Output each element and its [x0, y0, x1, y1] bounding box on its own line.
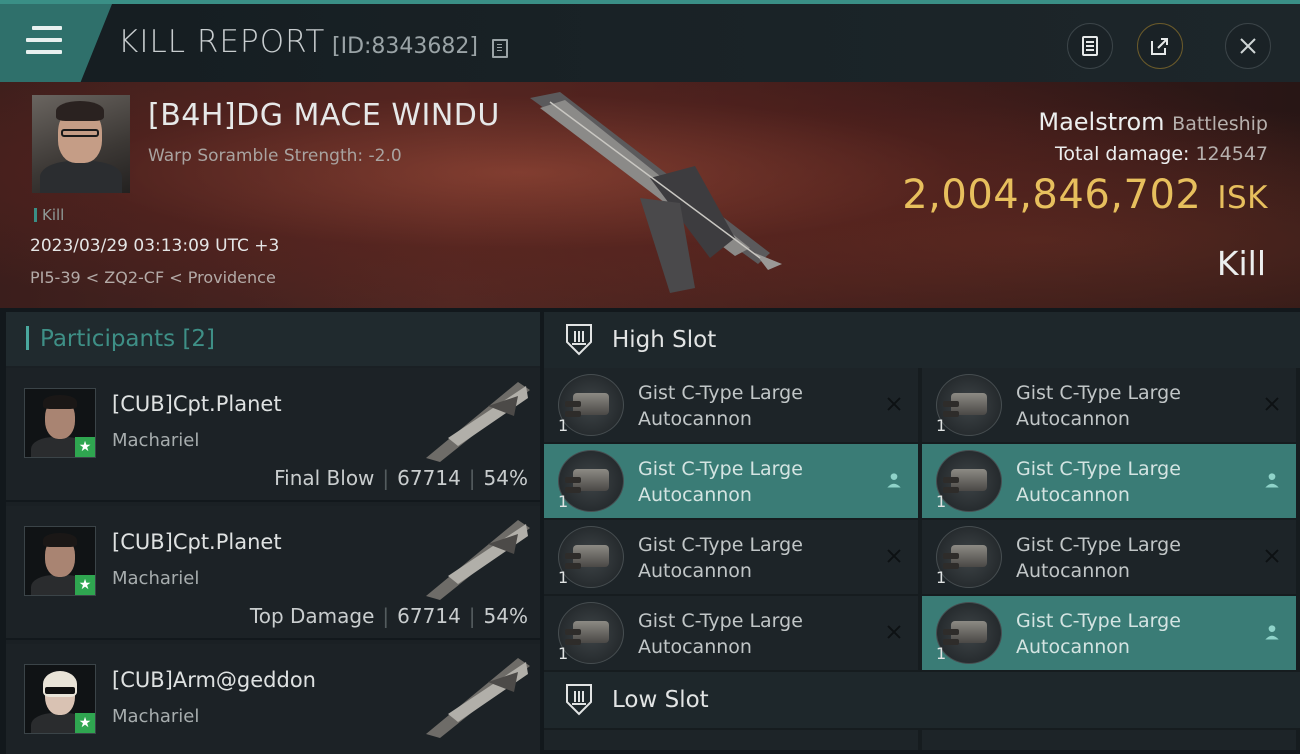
participant-name[interactable]: [CUB]Cpt.Planet: [112, 392, 282, 416]
module-quantity: 1: [558, 492, 569, 511]
share-icon: [1151, 38, 1168, 55]
participant-portrait[interactable]: ★: [24, 388, 96, 458]
low-slot-module-partial[interactable]: [922, 730, 1296, 750]
high-slot-module[interactable]: 1 Gist C-Type Large Autocannon: [544, 596, 918, 670]
fitting-panel: High Slot 1 Gist C-Type Large Autocannon 1 G…: [544, 312, 1300, 750]
star-icon: ★: [75, 575, 95, 595]
module-quantity: 1: [936, 644, 947, 663]
low-slot-header: Low Slot: [544, 672, 1300, 728]
high-slot-module[interactable]: 1 Gist C-Type Large Autocannon: [544, 368, 918, 442]
high-slot-module[interactable]: 1 Gist C-Type Large Autocannon: [922, 596, 1296, 670]
module-quantity: 1: [936, 416, 947, 435]
module-name: Gist C-Type Large Autocannon: [1016, 610, 1181, 658]
destroyed-x-icon: [882, 544, 906, 568]
participant-ship: Machariel: [112, 430, 200, 451]
participant-ship-image[interactable]: [418, 376, 532, 462]
low-slot-module-partial[interactable]: [544, 730, 918, 750]
victim-portrait[interactable]: [32, 95, 130, 193]
participant-row[interactable]: ★ [CUB]Cpt.Planet Machariel Final Blow | 6…: [6, 368, 540, 502]
module-name: Gist C-Type Large Autocannon: [638, 534, 803, 582]
report-id: [ID:8343682]: [332, 34, 478, 59]
module-quantity: 1: [558, 644, 569, 663]
high-slot-header: High Slot: [544, 312, 1300, 368]
participants-header: Participants [2]: [6, 312, 540, 366]
copy-icon[interactable]: [492, 39, 508, 58]
isk-value: 2,004,846,702 ISK: [902, 172, 1268, 218]
participant-name[interactable]: [CUB]Arm@geddon: [112, 668, 316, 692]
participants-title: Participants [2]: [40, 326, 216, 352]
person-icon: [1260, 620, 1284, 644]
victim-name[interactable]: [B4H]DG MACE WINDU: [148, 98, 500, 133]
high-slot-title: High Slot: [612, 327, 717, 353]
participant-stats: Final Blow | 67714 | 54%: [274, 466, 528, 490]
star-icon: ★: [75, 713, 95, 733]
participant-ship: Machariel: [112, 706, 200, 727]
star-icon: ★: [75, 437, 95, 457]
high-slot-module[interactable]: 1 Gist C-Type Large Autocannon: [922, 444, 1296, 518]
destroyed-x-icon: [882, 392, 906, 416]
high-slot-module[interactable]: 1 Gist C-Type Large Autocannon: [544, 444, 918, 518]
kill-tag: Kill: [34, 206, 64, 224]
module-name: Gist C-Type Large Autocannon: [638, 382, 803, 430]
total-damage-label: Total damage:: [1055, 143, 1190, 165]
participant-portrait[interactable]: ★: [24, 664, 96, 734]
menu-icon: [26, 26, 62, 62]
isk-amount: 2,004,846,702: [902, 172, 1202, 218]
participant-ship-image[interactable]: [418, 652, 532, 738]
high-slot-module[interactable]: 1 Gist C-Type Large Autocannon: [544, 520, 918, 594]
header-bar: KILL REPORT [ID:8343682]: [0, 0, 1300, 82]
participant-ship-image[interactable]: [418, 514, 532, 600]
kill-datetime: 2023/03/29 03:13:09 UTC +3: [30, 236, 280, 256]
destroyed-x-icon: [882, 620, 906, 644]
low-slot-icon: [566, 684, 592, 716]
total-damage-value: 124547: [1195, 143, 1268, 165]
close-icon: [1240, 38, 1256, 54]
kill-result: Kill: [1216, 244, 1266, 283]
module-quantity: 1: [558, 416, 569, 435]
victim-ship-name: Maelstrom: [1038, 108, 1165, 136]
low-slot-title: Low Slot: [612, 687, 709, 713]
high-slot-module[interactable]: 1 Gist C-Type Large Autocannon: [922, 368, 1296, 442]
victim-ship-type[interactable]: Maelstrom Battleship: [1038, 108, 1268, 136]
module-name: Gist C-Type Large Autocannon: [1016, 382, 1181, 430]
participant-name[interactable]: [CUB]Cpt.Planet: [112, 530, 282, 554]
participant-stats: Top Damage | 67714 | 54%: [249, 604, 528, 628]
module-name: Gist C-Type Large Autocannon: [1016, 534, 1181, 582]
victim-ship-class: Battleship: [1172, 113, 1268, 135]
module-quantity: 1: [936, 568, 947, 587]
victim-ship-image[interactable]: [520, 88, 790, 302]
participant-portrait[interactable]: ★: [24, 526, 96, 596]
destroyed-x-icon: [1260, 392, 1284, 416]
participant-row[interactable]: ★ [CUB]Arm@geddon Machariel: [6, 644, 540, 754]
module-name: Gist C-Type Large Autocannon: [638, 458, 803, 506]
total-damage: Total damage: 124547: [1055, 143, 1268, 165]
module-name: Gist C-Type Large Autocannon: [638, 610, 803, 658]
high-slot-module[interactable]: 1 Gist C-Type Large Autocannon: [922, 520, 1296, 594]
module-name: Gist C-Type Large Autocannon: [1016, 458, 1181, 506]
kill-location[interactable]: PI5-39 < ZQ2-CF < Providence: [30, 268, 276, 287]
clipboard-button[interactable]: [1067, 23, 1113, 69]
participants-panel: Participants [2] ★ [CUB]Cpt.Planet Macha…: [6, 312, 540, 754]
page-title: KILL REPORT: [118, 24, 326, 60]
person-icon: [882, 468, 906, 492]
person-icon: [1260, 468, 1284, 492]
module-quantity: 1: [558, 568, 569, 587]
module-quantity: 1: [936, 492, 947, 511]
destroyed-x-icon: [1260, 544, 1284, 568]
participant-row[interactable]: ★ [CUB]Cpt.Planet Machariel Top Damage | 6…: [6, 506, 540, 640]
close-button[interactable]: [1225, 23, 1271, 69]
participant-ship: Machariel: [112, 568, 200, 589]
warp-scramble-strength: Warp Soramble Strength: -2.0: [148, 146, 402, 166]
isk-unit: ISK: [1217, 180, 1268, 216]
clipboard-icon: [1082, 36, 1098, 56]
menu-button[interactable]: [0, 4, 112, 82]
high-slot-icon: [566, 324, 592, 356]
share-button[interactable]: [1137, 23, 1183, 69]
